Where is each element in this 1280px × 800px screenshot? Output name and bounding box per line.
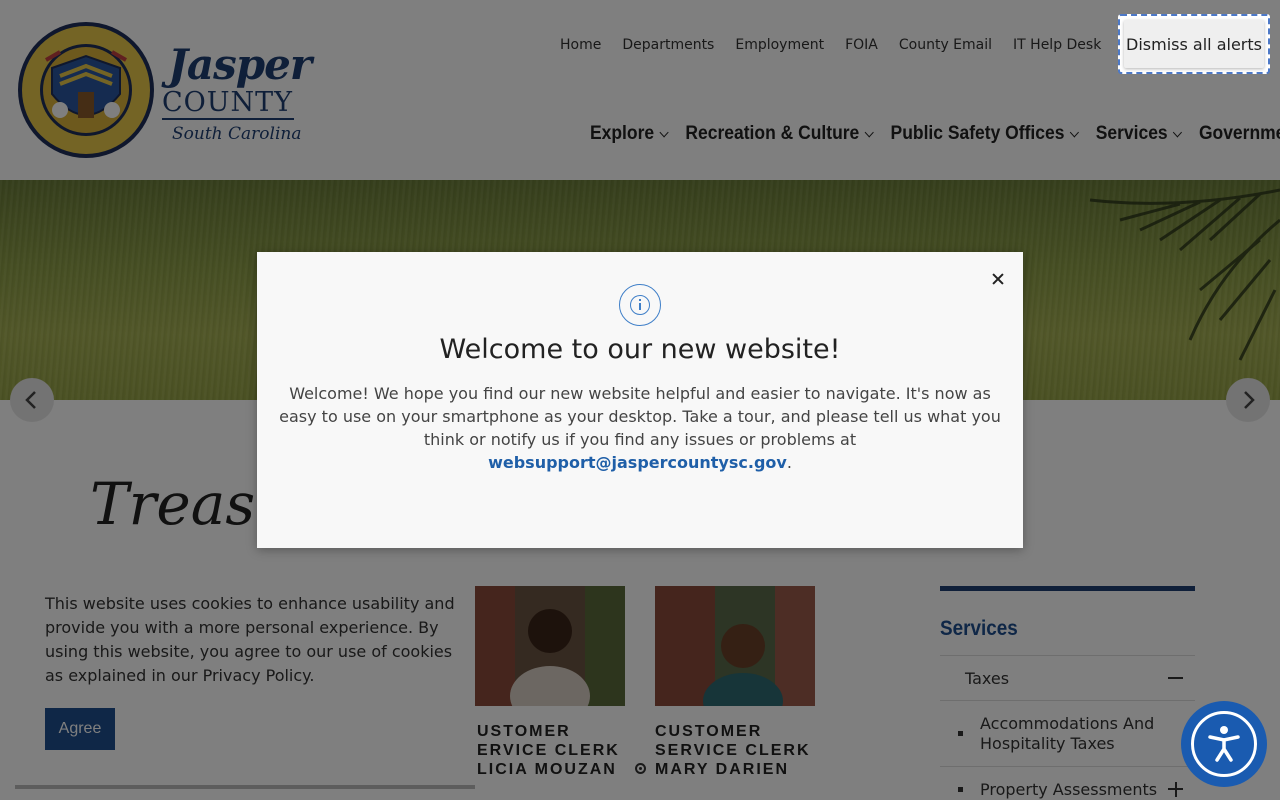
welcome-alert-modal: Welcome to our new website! Welcome! We … — [257, 252, 1023, 548]
accessibility-widget-button[interactable] — [1181, 701, 1267, 787]
dismiss-all-alerts-button[interactable]: Dismiss all alerts — [1124, 20, 1264, 68]
info-icon — [619, 284, 661, 326]
dismiss-alerts-focus-ring: Dismiss all alerts — [1118, 14, 1270, 74]
accessibility-icon — [1191, 711, 1257, 777]
modal-title: Welcome to our new website! — [439, 334, 841, 365]
modal-body-text: Welcome! We hope you find our new websit… — [279, 384, 1001, 449]
modal-body: Welcome! We hope you find our new websit… — [271, 382, 1009, 474]
support-email-link[interactable]: websupport@jaspercountysc.gov — [488, 453, 787, 472]
close-icon[interactable] — [989, 270, 1007, 288]
modal-body-end: . — [786, 453, 792, 472]
